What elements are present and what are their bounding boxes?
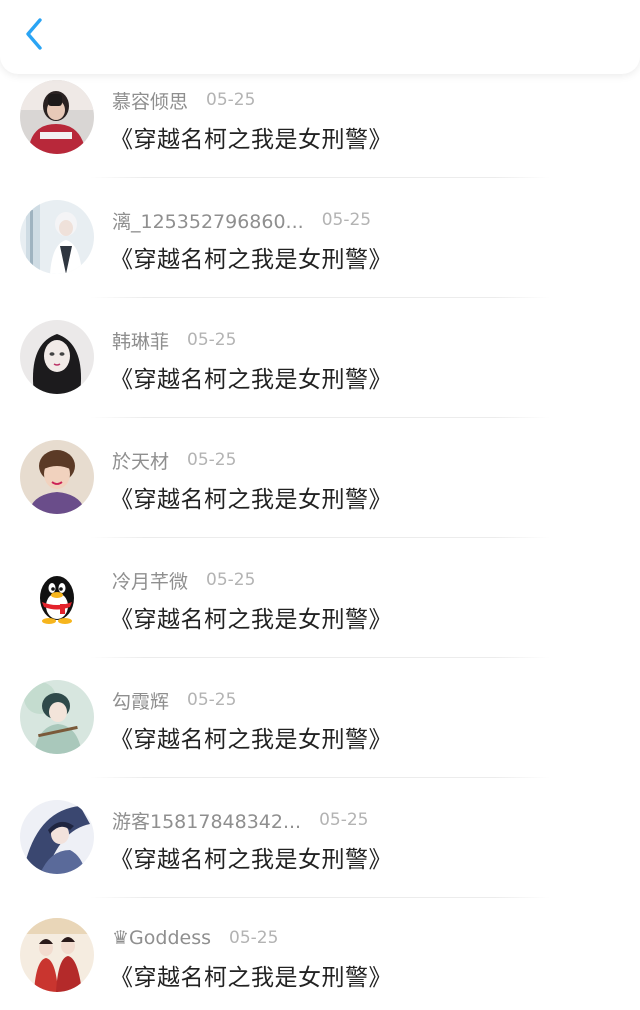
username: 漓_125352796860... <box>112 210 304 233</box>
post-date: 05-25 <box>187 450 237 470</box>
avatar[interactable] <box>20 680 94 754</box>
book-title: 《穿越名柯之我是女刑警》 <box>110 127 392 153</box>
divider <box>90 417 550 418</box>
list-item[interactable]: 於天材 05-25 《穿越名柯之我是女刑警》 <box>0 434 640 554</box>
divider <box>90 897 550 898</box>
top-bar <box>0 0 640 74</box>
post-date: 05-25 <box>187 690 237 710</box>
username: 於天材 <box>112 450 170 473</box>
avatar[interactable] <box>20 918 94 992</box>
list-item[interactable]: 漓_125352796860... 05-25 《穿越名柯之我是女刑警》 <box>0 194 640 314</box>
avatar[interactable] <box>20 800 94 874</box>
divider <box>90 177 550 178</box>
list-item[interactable]: 韩琳菲 05-25 《穿越名柯之我是女刑警》 <box>0 314 640 434</box>
book-title: 《穿越名柯之我是女刑警》 <box>110 367 392 393</box>
back-button[interactable] <box>14 16 54 56</box>
chevron-left-icon <box>23 17 45 55</box>
book-title: 《穿越名柯之我是女刑警》 <box>110 847 392 873</box>
list-item[interactable]: ♛Goddess 05-25 《穿越名柯之我是女刑警》 <box>0 914 640 1010</box>
post-date: 05-25 <box>321 210 372 230</box>
post-date: 05-25 <box>229 928 279 948</box>
avatar[interactable] <box>20 200 94 274</box>
avatar[interactable] <box>20 320 94 394</box>
username: 勾霞辉 <box>112 690 170 713</box>
qq-penguin-icon[interactable] <box>20 560 94 634</box>
comment-list: 慕容倾思 05-25 《穿越名柯之我是女刑警》 漓_125352796860..… <box>0 74 640 1010</box>
list-item[interactable]: 慕容倾思 05-25 《穿越名柯之我是女刑警》 <box>0 74 640 194</box>
username: 游客15817848342... <box>112 810 302 833</box>
list-item[interactable]: 勾霞辉 05-25 《穿越名柯之我是女刑警》 <box>0 674 640 794</box>
username: 韩琳菲 <box>112 330 170 353</box>
book-title: 《穿越名柯之我是女刑警》 <box>110 965 392 991</box>
divider <box>90 657 550 658</box>
post-date: 05-25 <box>319 810 369 830</box>
book-title: 《穿越名柯之我是女刑警》 <box>110 727 392 753</box>
book-title: 《穿越名柯之我是女刑警》 <box>110 487 392 513</box>
divider <box>90 537 550 538</box>
avatar[interactable] <box>20 80 94 154</box>
list-item[interactable]: 冷月芊微 05-25 《穿越名柯之我是女刑警》 <box>0 554 640 674</box>
post-date: 05-25 <box>206 570 256 590</box>
username: 慕容倾思 <box>112 90 189 113</box>
divider <box>90 777 550 778</box>
post-date: 05-25 <box>206 90 256 110</box>
divider <box>90 297 550 298</box>
post-date: 05-25 <box>187 330 237 350</box>
username: 冷月芊微 <box>112 570 189 593</box>
username: ♛Goddess <box>112 927 211 949</box>
list-item[interactable]: 游客15817848342... 05-25 《穿越名柯之我是女刑警》 <box>0 794 640 914</box>
book-title: 《穿越名柯之我是女刑警》 <box>110 247 392 273</box>
book-title: 《穿越名柯之我是女刑警》 <box>110 607 392 633</box>
avatar[interactable] <box>20 440 94 514</box>
